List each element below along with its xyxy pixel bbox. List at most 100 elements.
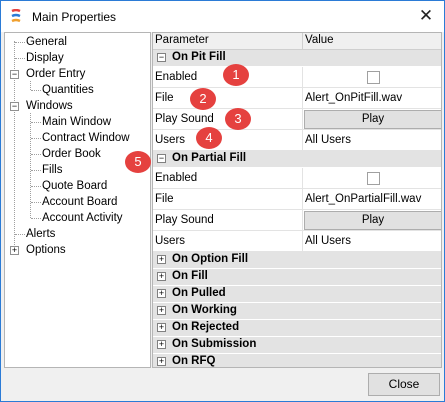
collapse-icon[interactable]: − <box>157 154 166 163</box>
expand-icon[interactable]: + <box>157 272 166 281</box>
tree-line <box>15 234 25 235</box>
tree-item-fills[interactable]: Fills <box>41 162 63 178</box>
tree-item-windows[interactable]: Windows <box>25 98 74 114</box>
expand-icon[interactable]: + <box>157 289 166 298</box>
row-enabled: Enabled <box>153 168 441 189</box>
tree-line <box>31 170 41 171</box>
category-on-pit-fill[interactable]: − On Pit Fill <box>153 50 441 67</box>
tree-item-label: Display <box>26 52 64 64</box>
category-label: On Pit Fill <box>172 51 226 63</box>
file-value[interactable]: Alert_OnPartialFill.wav <box>303 189 441 209</box>
expand-icon[interactable]: + <box>157 340 166 349</box>
tree-item-alerts[interactable]: Alerts <box>25 226 56 242</box>
tree-item-label: Windows <box>26 100 73 112</box>
play-button[interactable]: Play <box>304 211 441 230</box>
category-label: On Rejected <box>172 321 240 333</box>
close-button[interactable]: Close <box>368 373 440 396</box>
param-name: Enabled <box>155 168 303 188</box>
tree-item-order-book[interactable]: Order Book <box>41 146 102 162</box>
expand-icon[interactable]: + <box>157 306 166 315</box>
column-divider[interactable] <box>302 33 303 50</box>
tree-item-label: Quote Board <box>42 180 108 192</box>
expand-icon[interactable]: + <box>10 246 19 255</box>
expand-icon[interactable]: + <box>157 357 166 366</box>
tree-item-label: Quantities <box>42 84 94 96</box>
category-on-partial-fill[interactable]: − On Partial Fill <box>153 151 441 168</box>
play-button[interactable]: Play <box>304 110 441 129</box>
tree-item-label: Account Activity <box>42 212 123 224</box>
grid-header: Parameter Value <box>153 33 441 50</box>
expand-icon[interactable]: + <box>157 323 166 332</box>
column-header-parameter: Parameter <box>155 34 209 46</box>
row-file: File Alert_OnPartialFill.wav <box>153 189 441 210</box>
collapse-icon[interactable]: − <box>10 102 19 111</box>
category-on-pulled[interactable]: + On Pulled <box>153 286 441 303</box>
category-on-option-fill[interactable]: + On Option Fill <box>153 252 441 269</box>
enabled-checkbox[interactable] <box>367 172 380 185</box>
tree-item-order-entry[interactable]: Order Entry <box>25 66 86 82</box>
tree-line <box>31 138 41 139</box>
tree-line <box>31 122 41 123</box>
tree-item-label: Contract Window <box>42 132 130 144</box>
tree-item-quantities[interactable]: Quantities <box>41 82 95 98</box>
tree-item-label: General <box>26 36 67 48</box>
tree-line <box>31 218 41 219</box>
tree-line <box>31 90 41 91</box>
row-enabled: Enabled <box>153 67 441 88</box>
tree-item-label: Order Book <box>42 148 101 160</box>
window-close-icon[interactable]: ✕ <box>412 4 440 28</box>
param-name: Play Sound <box>155 210 303 230</box>
row-users: Users All Users <box>153 231 441 252</box>
tree-item-general[interactable]: General <box>25 34 68 50</box>
tree-line <box>31 186 41 187</box>
collapse-icon[interactable]: − <box>157 53 166 62</box>
annotation-badge-2: 2 <box>190 88 216 110</box>
tree-item-account-board[interactable]: Account Board <box>41 194 118 210</box>
category-on-working[interactable]: + On Working <box>153 303 441 320</box>
users-value[interactable]: All Users <box>303 231 441 251</box>
category-label: On Option Fill <box>172 253 249 265</box>
tree-line <box>15 42 25 43</box>
param-name: Users <box>155 231 303 251</box>
category-label: On Pulled <box>172 287 226 299</box>
tree-item-label: Account Board <box>42 196 118 208</box>
tree-item-label: Options <box>26 244 66 256</box>
row-play-sound: Play Sound Play <box>153 109 441 130</box>
tree-item-display[interactable]: Display <box>25 50 65 66</box>
tree-item-options[interactable]: Options <box>25 242 67 258</box>
category-on-submission[interactable]: + On Submission <box>153 337 441 354</box>
annotation-badge-5: 5 <box>125 151 151 173</box>
expand-icon[interactable]: + <box>157 255 166 264</box>
param-name: Users <box>155 130 303 150</box>
users-value[interactable]: All Users <box>303 130 441 150</box>
tree-item-label: Order Entry <box>26 68 86 80</box>
tree-item-label: Fills <box>42 164 63 176</box>
file-value[interactable]: Alert_OnPitFill.wav <box>303 88 441 108</box>
row-play-sound: Play Sound Play <box>153 210 441 231</box>
tree-line <box>15 58 25 59</box>
tree-item-quote-board[interactable]: Quote Board <box>41 178 108 194</box>
property-grid: Parameter Value − On Pit Fill Enabled Fi… <box>152 32 442 368</box>
annotation-badge-1: 1 <box>223 64 249 86</box>
category-on-rejected[interactable]: + On Rejected <box>153 320 441 337</box>
settings-tree: General Display − Order Entry Quantities… <box>4 32 151 368</box>
param-name: File <box>155 189 303 209</box>
tree-line <box>30 81 31 90</box>
param-name: File <box>155 88 303 108</box>
category-on-fill[interactable]: + On Fill <box>153 269 441 286</box>
window-title: Main Properties <box>32 10 117 24</box>
column-header-value: Value <box>305 34 334 46</box>
collapse-icon[interactable]: − <box>10 70 19 79</box>
annotation-badge-4: 4 <box>196 127 222 149</box>
category-label: On RFQ <box>172 355 216 367</box>
tree-item-label: Main Window <box>42 116 112 128</box>
tree-item-label: Alerts <box>26 228 56 240</box>
category-label: On Fill <box>172 270 208 282</box>
tree-line <box>31 202 41 203</box>
tree-item-contract-window[interactable]: Contract Window <box>41 130 131 146</box>
category-label: On Partial Fill <box>172 152 247 164</box>
tree-item-account-activity[interactable]: Account Activity <box>41 210 124 226</box>
tree-item-main-window[interactable]: Main Window <box>41 114 112 130</box>
category-on-rfq[interactable]: + On RFQ <box>153 354 441 367</box>
enabled-checkbox[interactable] <box>367 71 380 84</box>
